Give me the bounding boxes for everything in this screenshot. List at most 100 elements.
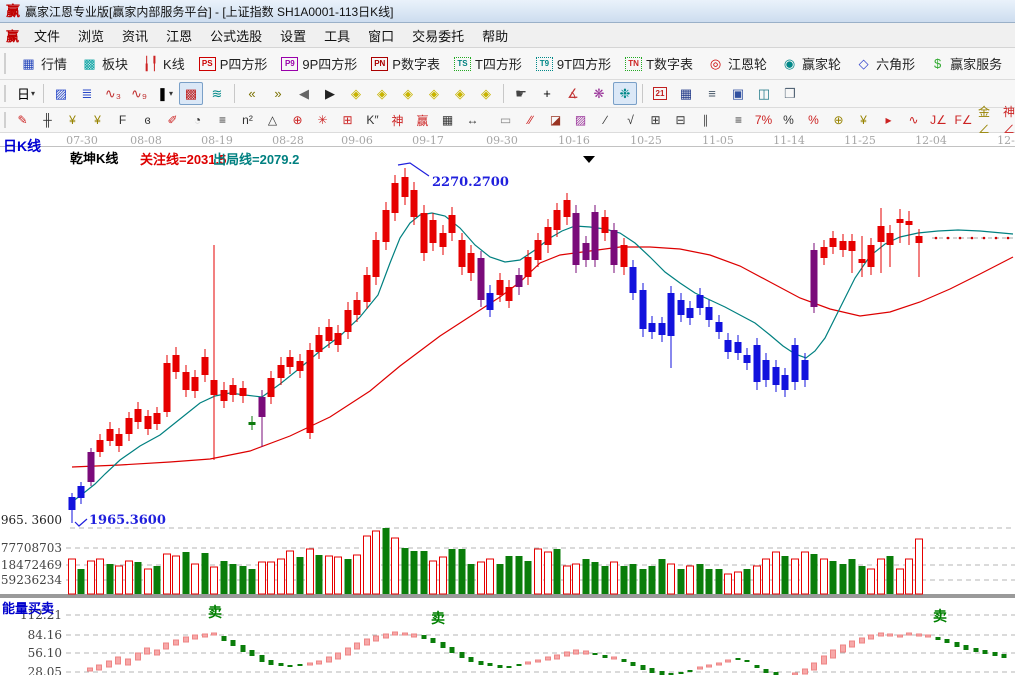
flag-tool[interactable]: △ — [261, 110, 284, 131]
winner-service-button[interactable]: $赢家服务 — [923, 51, 1008, 76]
shen-angle-tool[interactable]: 神∠ — [1002, 110, 1015, 131]
menu-item-文件[interactable]: 文件 — [25, 23, 69, 48]
span-tool[interactable]: ↔ — [461, 110, 484, 131]
sectors-button[interactable]: ▩板块 — [75, 51, 134, 76]
trend-line-tool[interactable]: ∕ — [594, 110, 617, 131]
ying-tool[interactable]: 赢 — [411, 110, 434, 131]
nav-next-button[interactable]: ▶ — [318, 82, 342, 105]
pattern-tool[interactable]: ▨ — [49, 82, 73, 105]
shen-tool[interactable]: 神 — [386, 110, 409, 131]
menu-item-工具[interactable]: 工具 — [315, 23, 359, 48]
grid-b-tool[interactable]: ⊟ — [669, 110, 692, 131]
list-tool[interactable]: ≣ — [75, 82, 99, 105]
gann-wheel-button[interactable]: ◎江恩轮 — [701, 51, 773, 76]
brush-tool[interactable]: ✐ — [161, 110, 184, 131]
zoom-left-diamond-icon: ◈ — [351, 86, 361, 102]
j-angle-tool[interactable]: J∠ — [927, 110, 950, 131]
menu-item-设置[interactable]: 设置 — [271, 23, 315, 48]
candlestick-chart[interactable]: 17770870311847246959236234112.2184.1656.… — [0, 133, 1015, 675]
tick-ruler-tool[interactable]: ≡ — [211, 110, 234, 131]
grid-web-tool[interactable]: ⊞ — [336, 110, 359, 131]
gann-shape-tool[interactable]: ❋ — [587, 82, 611, 105]
nav-first-button[interactable]: « — [240, 82, 264, 105]
histogram-tool[interactable]: ≡ — [727, 110, 750, 131]
wave3-tool[interactable]: ∿₃ — [101, 82, 125, 105]
f-ruler-tool[interactable]: F — [111, 110, 134, 131]
chart-area[interactable]: 17770870311847246959236234112.2184.1656.… — [0, 133, 1015, 675]
menu-item-窗口[interactable]: 窗口 — [359, 23, 403, 48]
zoom-cross-diamond[interactable]: ◈ — [422, 82, 446, 105]
print-tool[interactable]: ❒ — [778, 82, 802, 105]
compass-tool[interactable]: ⊕ — [286, 110, 309, 131]
gold-line-tool[interactable]: ¥ — [852, 110, 875, 131]
f-angle-tool[interactable]: F∠ — [952, 110, 975, 131]
grid-a-tool[interactable]: ⊞ — [644, 110, 667, 131]
winner-wheel-button[interactable]: ◉赢家轮 — [775, 51, 847, 76]
period-selector[interactable]: 日▾ — [14, 82, 38, 105]
strike7-tool[interactable]: 7% — [752, 110, 775, 131]
menu-item-交易委托[interactable]: 交易委托 — [403, 23, 473, 48]
qiankun-kline-tool[interactable]: ▩ — [179, 82, 203, 105]
hexagon-button[interactable]: ◇六角形 — [849, 51, 921, 76]
marker-tool[interactable]: ▸ — [877, 110, 900, 131]
export-tool[interactable]: ◫ — [752, 82, 776, 105]
9p-square-button[interactable]: P99P四方形 — [275, 51, 363, 76]
gold-angle-tool[interactable]: 金∠ — [977, 110, 1000, 131]
knife-tool[interactable]: ✎ — [11, 110, 34, 131]
angle-tool[interactable]: ∡ — [561, 82, 585, 105]
zoom-horizontal-diamond[interactable]: ◈ — [370, 82, 394, 105]
calendar-tool[interactable]: 21 — [648, 82, 672, 105]
n2-tool[interactable]: n² — [236, 110, 259, 131]
crosshair-tool[interactable]: + — [535, 82, 559, 105]
fan-tool[interactable]: ∕∕ — [519, 110, 542, 131]
application-window: 赢 赢家江恩专业版[赢家内部服务平台] - [上证指数 SH1A0001-113… — [0, 0, 1015, 675]
fan-box-tool[interactable]: ◪ — [544, 110, 567, 131]
star-web-tool[interactable]: ✳ — [311, 110, 334, 131]
9t-square-button[interactable]: T99T四方形 — [530, 51, 617, 76]
cycle-tool[interactable]: ◔ — [186, 110, 209, 131]
save-tool[interactable]: ▣ — [726, 82, 750, 105]
nav-last-button[interactable]: » — [266, 82, 290, 105]
candle-style-tool[interactable]: ❚▾ — [153, 82, 177, 105]
menu-item-浏览[interactable]: 浏览 — [69, 23, 113, 48]
hand-tool[interactable]: ☛ — [509, 82, 533, 105]
percent-line-tool[interactable]: % — [802, 110, 825, 131]
gold-circle-tool[interactable]: ⊕ — [827, 110, 850, 131]
zoom-out-diamond[interactable]: ◈ — [448, 82, 472, 105]
toolbar-separator — [43, 84, 44, 103]
menu-item-资讯[interactable]: 资讯 — [113, 23, 157, 48]
gold-ruler2-tool[interactable]: ¥ — [86, 110, 109, 131]
kline-button[interactable]: ╽╿K线 — [136, 51, 191, 76]
menu-bar: 赢 文件浏览资讯江恩公式选股设置工具窗口交易委托帮助 — [0, 23, 1015, 48]
quotes-button[interactable]: ▦行情 — [14, 51, 73, 76]
gold-ruler-tool[interactable]: ¥ — [61, 110, 84, 131]
zoom-left-diamond[interactable]: ◈ — [344, 82, 368, 105]
parallel-tool[interactable]: ∥ — [694, 110, 717, 131]
number-grid-tool[interactable]: ▦ — [436, 110, 459, 131]
k-quote-tool[interactable]: K″ — [361, 110, 384, 131]
rect-tool[interactable]: ▭ — [494, 110, 517, 131]
t-square-button[interactable]: TST四方形 — [448, 51, 528, 76]
region-tool[interactable]: ❉ — [613, 82, 637, 105]
percent-tool[interactable]: % — [777, 110, 800, 131]
wave9-tool[interactable]: ∿₉ — [127, 82, 151, 105]
p-square-button[interactable]: PSP四方形 — [193, 51, 274, 76]
wave-cross-tool[interactable]: ∿ — [902, 110, 925, 131]
check-tool[interactable]: √ — [619, 110, 642, 131]
notes-tool[interactable]: ≡ — [700, 82, 724, 105]
calculator-tool[interactable]: ▦ — [674, 82, 698, 105]
t-table-button[interactable]: TNT数字表 — [619, 51, 699, 76]
zoom-in-diamond[interactable]: ◈ — [396, 82, 420, 105]
nav-prev-button[interactable]: ◀ — [292, 82, 316, 105]
zoom-full-diamond[interactable]: ◈ — [474, 82, 498, 105]
web-box-tool[interactable]: ▨ — [569, 110, 592, 131]
spiral-tool[interactable]: ɞ — [136, 110, 159, 131]
volume-profile-tool[interactable]: ≋ — [205, 82, 229, 105]
menu-item-江恩[interactable]: 江恩 — [157, 23, 201, 48]
p-table-button[interactable]: PNP数字表 — [365, 51, 446, 76]
comb-ruler-tool[interactable]: ╫ — [36, 110, 59, 131]
menu-logo-icon: 赢 — [6, 26, 19, 45]
menu-item-帮助[interactable]: 帮助 — [473, 23, 517, 48]
menu-item-公式选股[interactable]: 公式选股 — [201, 23, 271, 48]
svg-text:118472469: 118472469 — [0, 558, 62, 572]
